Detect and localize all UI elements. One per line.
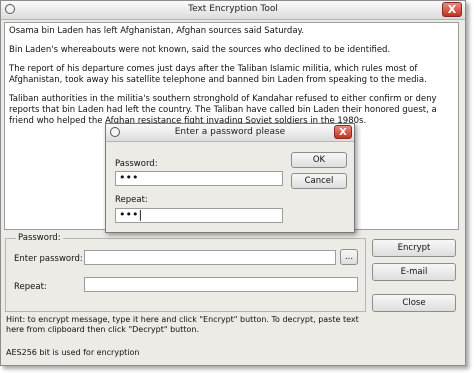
encrypt-button[interactable]: Encrypt <box>372 239 456 257</box>
password-group-legend: Password: <box>16 233 63 243</box>
enter-password-field[interactable] <box>84 250 336 265</box>
window-title: Text Encryption Tool <box>188 4 278 14</box>
cancel-button[interactable]: Cancel <box>291 173 347 189</box>
enter-password-label: Enter password: <box>14 254 83 264</box>
message-paragraph: Osama bin Laden has left Afghanistan, Af… <box>9 26 305 36</box>
message-paragraph: Bin Laden's whereabouts were not known, … <box>9 45 391 55</box>
message-paragraph: The report of his departure comes just d… <box>9 64 427 85</box>
dialog-close-button[interactable]: X <box>334 125 352 139</box>
dialog-repeat-field[interactable]: •••| <box>115 208 283 223</box>
repeat-password-field[interactable] <box>84 277 358 292</box>
dialog-title: Enter a password please <box>174 127 286 137</box>
title-bar[interactable]: Text Encryption Tool X <box>1 1 465 20</box>
dialog-title-bar[interactable]: Enter a password please X <box>106 124 354 142</box>
close-window-button[interactable]: X <box>442 2 462 17</box>
repeat-label: Repeat: <box>14 282 47 292</box>
dialog-password-field[interactable]: ••• <box>115 171 283 186</box>
password-dialog: Enter a password please X Password: ••• … <box>105 123 355 233</box>
close-button[interactable]: Close <box>372 294 456 312</box>
hint-text: Hint: to encrypt message, type it here a… <box>6 315 359 334</box>
browse-button[interactable]: ... <box>340 249 358 265</box>
dialog-password-label: Password: <box>115 159 158 169</box>
status-text: AES256 bit is used for encryption <box>6 348 140 357</box>
dialog-repeat-label: Repeat: <box>115 195 148 205</box>
email-button[interactable]: E-mail <box>372 263 456 281</box>
ok-button[interactable]: OK <box>291 152 347 168</box>
password-group: Password: Enter password: ... Repeat: <box>5 233 366 312</box>
